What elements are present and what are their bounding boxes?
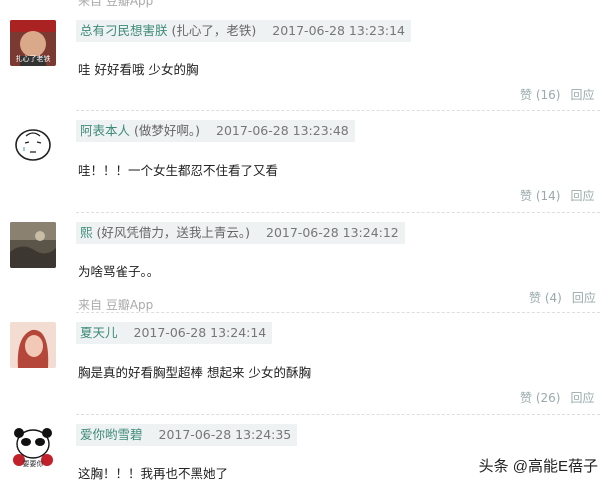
avatar-caption: 扎心了老铁 [15, 55, 51, 63]
avatar-caption: 要要你 [22, 460, 44, 468]
user-signature: (好风凭借力，送我上青云。) [96, 225, 251, 240]
comment-feed: 来自 豆瓣App 扎心了老铁 总有刁民想害朕 (扎心了，老铁) 2017-06-… [0, 0, 614, 486]
avatar-image [10, 120, 56, 166]
comment-text: 哇！！！一个女生都忍不住看了又看 [78, 163, 279, 178]
reply-button[interactable]: 回应 [570, 391, 594, 405]
comment-meta: 熙 (好风凭借力，送我上青云。) 2017-06-28 13:24:12 [76, 222, 405, 244]
comment-text: 这胸！！！我再也不黑她了 [78, 466, 229, 481]
top-source-label: 来自 豆瓣App [78, 0, 154, 8]
avatar[interactable] [10, 120, 56, 166]
comment-meta: 总有刁民想害朕 (扎心了，老铁) 2017-06-28 13:23:14 [76, 20, 412, 42]
comment-text: 哇 好好看哦 少女的胸 [78, 62, 199, 77]
comment-actions: 赞 (14) 回应 [520, 187, 594, 204]
comment-text: 为啥骂雀子。。 [78, 264, 160, 279]
comment-meta: 爱你哟雪碧 2017-06-28 13:24:35 [76, 424, 298, 446]
like-button[interactable]: 赞 (4) [529, 291, 562, 305]
comment-time: 2017-06-28 13:23:48 [216, 123, 349, 138]
avatar-image [10, 222, 56, 268]
username-link[interactable]: 总有刁民想害朕 [80, 23, 168, 38]
username-link[interactable]: 熙 [80, 225, 93, 240]
avatar[interactable]: 要要你 [10, 424, 56, 470]
reply-button[interactable]: 回应 [572, 291, 596, 305]
divider [76, 212, 600, 213]
username-link[interactable]: 阿表本人 [80, 123, 130, 138]
divider [76, 312, 600, 313]
watermark: 头条 @高能E蓓子 [478, 458, 598, 475]
like-button[interactable]: 赞 (26) [520, 391, 560, 405]
user-signature: (扎心了，老铁) [171, 23, 257, 38]
divider [76, 414, 600, 415]
username-link[interactable]: 爱你哟雪碧 [80, 427, 143, 442]
comment-time: 2017-06-28 13:24:12 [266, 225, 399, 240]
reply-button[interactable]: 回应 [570, 88, 594, 102]
like-button[interactable]: 赞 (16) [520, 88, 560, 102]
comment-meta: 夏天儿 2017-06-28 13:24:14 [76, 322, 273, 344]
username-link[interactable]: 夏天儿 [80, 325, 118, 340]
comment-time: 2017-06-28 13:24:35 [158, 427, 292, 442]
comment-time: 2017-06-28 13:24:14 [133, 325, 267, 340]
user-signature: (做梦好啊。) [134, 123, 201, 138]
avatar[interactable] [10, 322, 56, 368]
avatar-image [10, 322, 56, 368]
comment-actions: 赞 (16) 回应 [520, 86, 594, 103]
comment-actions: 赞 (26) 回应 [520, 389, 594, 406]
divider [76, 110, 600, 111]
reply-button[interactable]: 回应 [570, 189, 594, 203]
comment-actions: 赞 (4) 回应 [529, 289, 596, 306]
comment-meta: 阿表本人 (做梦好啊。) 2017-06-28 13:23:48 [76, 120, 355, 142]
like-button[interactable]: 赞 (14) [520, 189, 560, 203]
avatar[interactable]: 扎心了老铁 [10, 20, 56, 66]
comment-text: 胸是真的好看胸型超棒 想起来 少女的酥胸 [78, 365, 311, 380]
comment-source: 来自 豆瓣App [78, 298, 154, 312]
avatar[interactable] [10, 222, 56, 268]
comment-time: 2017-06-28 13:23:14 [272, 23, 406, 38]
